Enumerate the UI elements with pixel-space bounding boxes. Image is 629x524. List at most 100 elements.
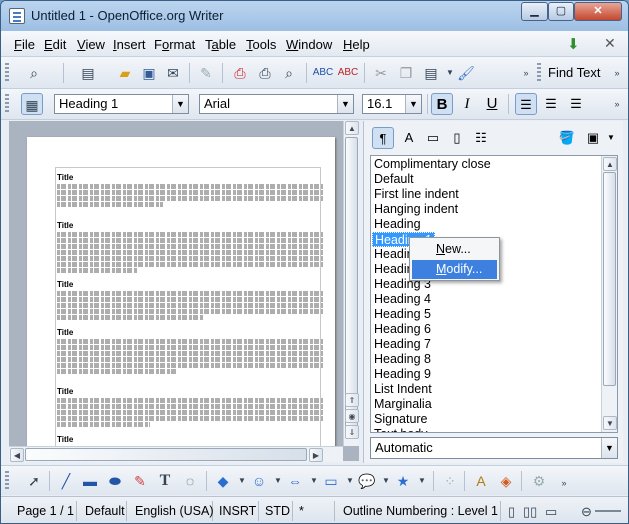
page-styles-icon[interactable]: ▯ xyxy=(446,127,468,149)
toolbar-grip[interactable] xyxy=(5,471,9,491)
style-list-item[interactable]: Heading 4 xyxy=(374,292,431,307)
menu-insert[interactable]: Insert xyxy=(113,37,146,52)
insert-mode-status[interactable]: INSRT xyxy=(215,501,259,521)
print-preview-icon[interactable]: ⌕ xyxy=(278,62,300,84)
font-name-combo[interactable]: Arial ▼ xyxy=(199,94,354,114)
maximize-button[interactable]: ▢ xyxy=(548,2,574,21)
toolbar-grip[interactable] xyxy=(5,94,9,114)
extrusion-toggle-icon[interactable]: ⚙ xyxy=(528,470,550,492)
clone-formatting-icon[interactable]: 🖌 xyxy=(455,62,477,84)
fill-format-mode-icon[interactable]: 🪣 xyxy=(556,127,578,149)
zoom-out-icon[interactable]: ⊖ xyxy=(581,504,592,520)
title-bar[interactable]: Untitled 1 - OpenOffice.org Writer ▁ ▢ ✕ xyxy=(1,1,628,31)
style-list-item[interactable]: Hanging indent xyxy=(374,202,458,217)
font-size-combo[interactable]: 16.1 ▼ xyxy=(362,94,422,114)
style-list-item[interactable]: Signature xyxy=(374,412,428,427)
points-icon[interactable]: ⁘ xyxy=(439,470,461,492)
navigator-icon[interactable]: ◉ xyxy=(345,409,359,423)
styles-list[interactable]: Complimentary close Default First line ind… xyxy=(370,155,618,433)
menu-window[interactable]: Window xyxy=(286,37,332,52)
style-list-item[interactable]: List Indent xyxy=(374,382,432,397)
style-filter-combo[interactable]: Automatic ▼ xyxy=(370,437,618,459)
new-style-dropdown-icon[interactable]: ▼ xyxy=(600,127,622,149)
minimize-button[interactable]: ▁ xyxy=(521,2,548,21)
binoculars-icon[interactable]: ⌕ xyxy=(23,62,45,84)
menu-help[interactable]: Help xyxy=(343,37,370,52)
page-style-status[interactable]: Default xyxy=(81,501,127,521)
style-list-item[interactable]: Heading 8 xyxy=(374,352,431,367)
scroll-left-icon[interactable]: ◀ xyxy=(10,448,24,462)
print-icon[interactable]: ⎙ xyxy=(254,62,276,84)
toolbar-grip[interactable] xyxy=(5,63,9,83)
rectangle-tool-icon[interactable]: ▬ xyxy=(79,470,101,492)
character-styles-icon[interactable]: A xyxy=(398,127,420,149)
toolbar-overflow-icon[interactable]: » xyxy=(515,62,537,84)
style-list-item[interactable]: Heading 5 xyxy=(374,307,431,322)
edit-file-icon[interactable]: ✎ xyxy=(195,62,217,84)
frame-styles-icon[interactable]: ▭ xyxy=(422,127,444,149)
spellcheck-icon[interactable]: ABC xyxy=(312,62,334,84)
paragraph-style-combo[interactable]: Heading 1 ▼ xyxy=(54,94,189,114)
paragraph-styles-icon[interactable]: ¶ xyxy=(372,127,394,149)
style-list-item[interactable]: Complimentary close xyxy=(374,157,491,172)
hscroll-thumb[interactable] xyxy=(25,448,307,461)
chevron-down-icon[interactable]: ▼ xyxy=(172,95,188,113)
cut-icon[interactable]: ✂ xyxy=(370,62,392,84)
callout-tool-icon[interactable]: ◌ xyxy=(179,470,201,492)
scroll-thumb[interactable] xyxy=(345,137,358,427)
underline-button[interactable]: U xyxy=(481,93,503,115)
open-folder-icon[interactable]: ▰ xyxy=(114,62,136,84)
from-file-image-icon[interactable]: ◈ xyxy=(495,470,517,492)
menu-format[interactable]: Format xyxy=(154,37,195,52)
align-center-icon[interactable]: ☰ xyxy=(540,93,562,115)
menu-edit[interactable]: Edit xyxy=(44,37,66,52)
ellipse-tool-icon[interactable]: ⬬ xyxy=(104,470,126,492)
export-pdf-icon[interactable]: ⎙ xyxy=(229,62,251,84)
context-menu-modify[interactable]: Modify... xyxy=(412,260,497,279)
email-icon[interactable]: ✉ xyxy=(162,62,184,84)
style-list-item[interactable]: Heading xyxy=(374,217,421,232)
scroll-up-icon[interactable]: ▲ xyxy=(603,157,617,171)
context-menu-new[interactable]: New... xyxy=(412,240,497,259)
findbar-grip[interactable] xyxy=(537,63,541,83)
style-list-item[interactable]: Heading 9 xyxy=(374,367,431,382)
stars-dropdown-icon[interactable]: ▼ xyxy=(411,470,433,492)
language-status[interactable]: English (USA) xyxy=(131,501,214,521)
drawing-overflow-icon[interactable]: » xyxy=(553,472,575,494)
select-pointer-icon[interactable]: ➚ xyxy=(23,470,45,492)
findbar-overflow-icon[interactable]: » xyxy=(606,62,628,84)
formatting-overflow-icon[interactable]: » xyxy=(606,93,628,115)
previous-page-icon[interactable]: ⇑ xyxy=(345,393,359,407)
style-list-item[interactable]: Heading 7 xyxy=(374,337,431,352)
menu-tools[interactable]: Tools xyxy=(246,37,276,52)
next-page-icon[interactable]: ⇓ xyxy=(345,425,359,439)
style-list-item[interactable]: Default xyxy=(374,172,414,187)
line-tool-icon[interactable]: ╱ xyxy=(55,470,77,492)
styles-list-scrollbar[interactable]: ▲ ▼ xyxy=(601,156,617,432)
new-document-icon[interactable]: ▤ xyxy=(77,62,99,84)
scroll-right-icon[interactable]: ▶ xyxy=(309,448,323,462)
style-list-item[interactable]: First line indent xyxy=(374,187,459,202)
align-left-icon[interactable]: ☰ xyxy=(515,93,537,115)
autospellcheck-icon[interactable]: ABC xyxy=(337,62,359,84)
fontwork-gallery-icon[interactable]: A xyxy=(470,470,492,492)
styles-and-formatting-icon[interactable]: ▦ xyxy=(21,93,43,115)
find-text-button[interactable]: Find Text xyxy=(548,65,601,80)
close-document-icon[interactable]: ✕ xyxy=(604,35,616,52)
copy-icon[interactable]: ❐ xyxy=(395,62,417,84)
menu-table[interactable]: Table xyxy=(205,37,236,52)
align-right-icon[interactable]: ☰ xyxy=(565,93,587,115)
scroll-up-icon[interactable]: ▲ xyxy=(345,121,359,135)
document-page[interactable]: Title Title Title Title Title Title xyxy=(27,137,335,461)
chevron-down-icon[interactable]: ▼ xyxy=(337,95,353,113)
document-modified-status[interactable]: * xyxy=(295,501,335,521)
scroll-down-icon[interactable]: ▼ xyxy=(603,416,617,430)
menu-file[interactable]: File xyxy=(14,37,35,52)
page-number-status[interactable]: Page 1 / 1 xyxy=(13,501,77,521)
document-horizontal-scrollbar[interactable]: ◀ ▶ xyxy=(9,446,343,462)
italic-button[interactable]: I xyxy=(456,93,478,115)
multi-page-view-icon[interactable]: ▯▯ xyxy=(523,504,537,520)
single-page-view-icon[interactable]: ▯ xyxy=(508,504,515,520)
save-icon[interactable]: ▣ xyxy=(138,62,160,84)
chevron-down-icon[interactable]: ▼ xyxy=(405,95,421,113)
